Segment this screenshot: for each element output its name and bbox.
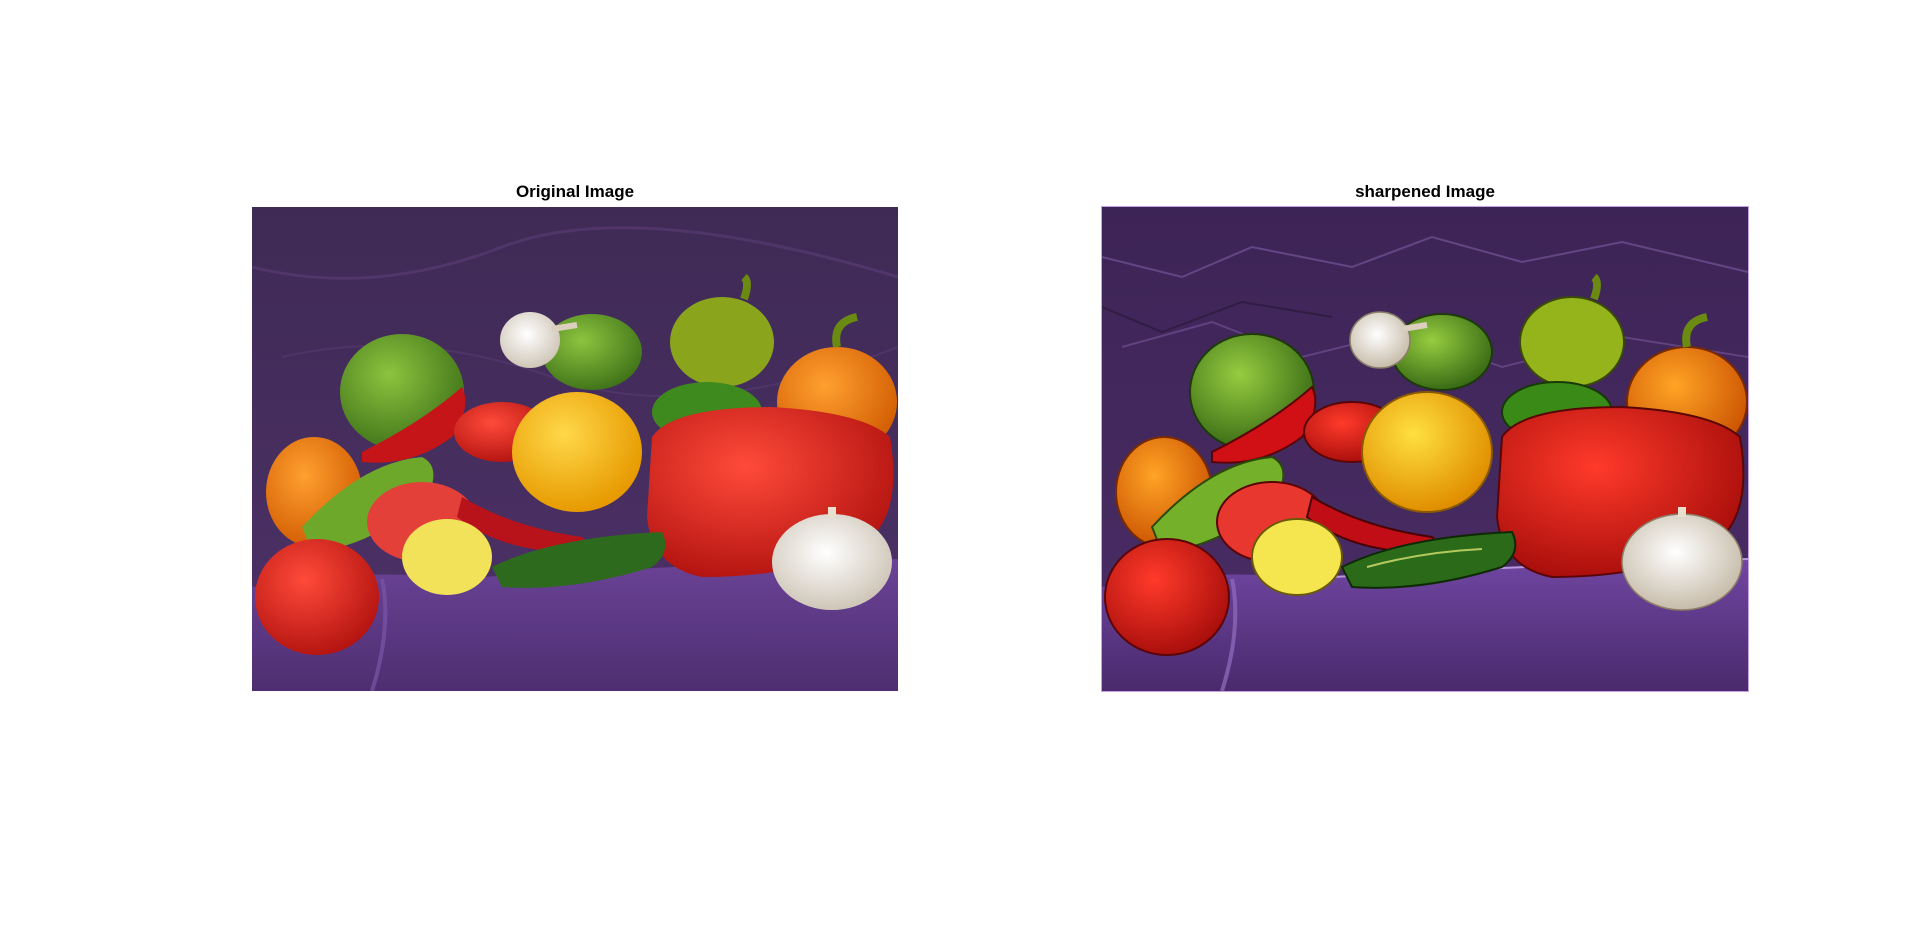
original-image: [252, 207, 898, 691]
panel-title-original: Original Image: [515, 182, 635, 201]
sharpened-image: [1101, 206, 1749, 692]
peppers-photo-icon: [1102, 207, 1748, 691]
figure-window: Original Image sharpened Image: [0, 0, 1920, 926]
panel-title-sharpened: sharpened Image: [1355, 182, 1495, 201]
peppers-photo-icon: [252, 207, 898, 691]
